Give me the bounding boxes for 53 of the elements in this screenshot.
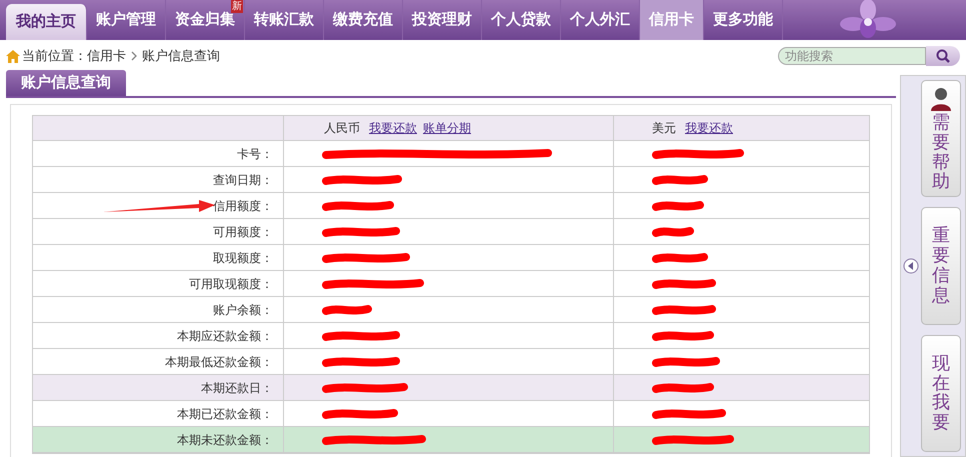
page-tab[interactable]: 账户信息查询 — [6, 70, 126, 96]
redaction-scribble — [652, 172, 708, 186]
redaction-scribble — [322, 302, 372, 316]
field-label: 可用取现额度： — [189, 276, 273, 292]
nav-tab[interactable]: 账户管理 — [87, 0, 166, 40]
breadcrumb-label: 当前位置： — [22, 47, 87, 66]
field-label: 信用额度： — [213, 198, 273, 214]
redaction-scribble — [652, 276, 716, 290]
field-label: 本期还款日： — [201, 380, 273, 396]
redaction-scribble — [652, 224, 694, 238]
side-button[interactable]: 现在我要 — [921, 334, 961, 452]
avatar-icon — [929, 85, 953, 112]
home-icon — [6, 50, 20, 62]
field-label: 本期最低还款金额： — [165, 354, 273, 370]
search-icon — [936, 49, 950, 63]
nav-tab[interactable]: 个人贷款 — [482, 0, 561, 40]
search-field[interactable]: 功能搜索 — [778, 47, 926, 65]
redaction-scribble — [652, 250, 708, 264]
field-label: 可用额度： — [213, 224, 273, 240]
currency-label: 美元 — [652, 120, 676, 137]
side-button-label: 现在我要 — [932, 354, 950, 433]
side-button-label: 重要信息 — [932, 226, 950, 306]
nav-tab[interactable]: 转账汇款 — [245, 0, 324, 40]
field-label: 本期应还款金额： — [177, 328, 273, 344]
nav-tab[interactable]: 缴费充值 — [324, 0, 403, 40]
redaction-scribble — [652, 354, 720, 368]
side-button[interactable]: 需要帮助 — [921, 80, 961, 198]
field-label: 查询日期： — [213, 172, 273, 188]
home-tab[interactable]: 我的主页 — [6, 4, 87, 40]
redaction-scribble — [652, 328, 714, 342]
action-link[interactable]: 我要还款 — [369, 119, 417, 137]
side-button[interactable]: 重要信息 — [921, 207, 961, 325]
currency-label: 人民币 — [324, 120, 360, 137]
breadcrumb-item: 账户信息查询 — [142, 47, 220, 66]
redaction-scribble — [652, 380, 714, 394]
chevron-icon — [131, 51, 137, 61]
side-button-label: 需要帮助 — [932, 113, 950, 192]
field-label: 取现额度： — [213, 250, 273, 266]
search-button[interactable] — [926, 46, 960, 66]
redaction-scribble — [652, 302, 716, 316]
field-label: 本期已还款金额： — [177, 406, 273, 422]
action-link[interactable]: 我要还款 — [685, 119, 733, 137]
field-label: 账户余额： — [213, 302, 273, 318]
action-link[interactable]: 账单分期 — [423, 119, 471, 137]
redaction-scribble — [652, 198, 704, 212]
redaction-scribble — [322, 198, 394, 212]
field-label: 本期未还款金额： — [177, 432, 273, 448]
nav-tab[interactable]: 更多功能 — [704, 0, 783, 40]
nav-tab[interactable]: 投资理财 — [403, 0, 482, 40]
new-badge: 新 — [231, 0, 243, 13]
collapse-icon[interactable] — [903, 258, 919, 274]
breadcrumb-item[interactable]: 信用卡 — [87, 46, 126, 66]
field-label: 卡号： — [237, 146, 273, 162]
